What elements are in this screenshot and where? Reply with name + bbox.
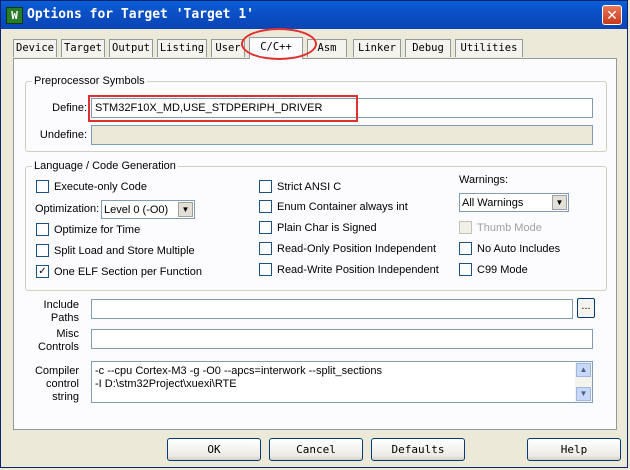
enum-container-label: Enum Container always int: [277, 201, 408, 213]
warnings-select[interactable]: All Warnings ▼: [459, 193, 569, 212]
language-group-label: Language / Code Generation: [34, 160, 176, 172]
optimize-time-checkbox[interactable]: [36, 223, 49, 236]
tab-linker[interactable]: Linker: [353, 39, 401, 57]
thumb-mode-checkbox: [459, 221, 472, 234]
compiler-label-line1: Compiler: [34, 365, 79, 377]
undefine-input[interactable]: [91, 125, 593, 145]
execute-only-label: Execute-only Code: [54, 181, 147, 193]
optimization-value: Level 0 (-O0): [104, 204, 169, 216]
rw-position-checkbox[interactable]: [259, 263, 272, 276]
no-auto-includes-label: No Auto Includes: [477, 243, 561, 255]
optimization-select[interactable]: Level 0 (-O0) ▼: [101, 200, 195, 219]
highlight-ellipse: [241, 28, 317, 60]
thumb-mode-label: Thumb Mode: [477, 222, 542, 234]
ok-button[interactable]: OK: [167, 438, 261, 461]
define-label: Define:: [52, 102, 87, 114]
one-elf-label: One ELF Section per Function: [54, 266, 202, 278]
title-bar[interactable]: W Options for Target 'Target 1' ✕: [1, 1, 627, 29]
close-button[interactable]: ✕: [602, 5, 622, 25]
include-browse-button[interactable]: ...: [577, 298, 595, 318]
chevron-down-icon: ▼: [178, 202, 193, 217]
window-title: Options for Target 'Target 1': [27, 7, 254, 22]
tab-device[interactable]: Device: [13, 39, 57, 57]
options-dialog: W Options for Target 'Target 1' ✕ Device…: [0, 0, 628, 468]
scroll-up-icon[interactable]: ▲: [576, 363, 591, 377]
enum-container-checkbox[interactable]: [259, 200, 272, 213]
no-auto-includes-checkbox[interactable]: [459, 242, 472, 255]
compiler-label-line3: string: [52, 391, 79, 403]
split-load-label: Split Load and Store Multiple: [54, 245, 195, 257]
include-label-line2: Paths: [50, 312, 79, 324]
misc-controls-input[interactable]: [91, 329, 593, 349]
compiler-label-line2: control: [45, 378, 79, 390]
c99-mode-checkbox[interactable]: [459, 263, 472, 276]
plain-char-checkbox[interactable]: [259, 221, 272, 234]
undefine-label: Undefine:: [39, 129, 87, 141]
ro-position-label: Read-Only Position Independent: [277, 243, 436, 255]
scroll-down-icon[interactable]: ▼: [576, 387, 591, 401]
tab-debug[interactable]: Debug: [405, 39, 451, 57]
warnings-label: Warnings:: [459, 174, 509, 186]
tab-listing[interactable]: Listing: [157, 39, 207, 57]
include-paths-input[interactable]: [91, 299, 573, 319]
ro-position-checkbox[interactable]: [259, 242, 272, 255]
strict-ansi-checkbox[interactable]: [259, 180, 272, 193]
split-load-checkbox[interactable]: [36, 244, 49, 257]
cancel-button[interactable]: Cancel: [269, 438, 363, 461]
defaults-button[interactable]: Defaults: [371, 438, 465, 461]
include-label-line1: Include: [43, 299, 79, 311]
compiler-scrollbar[interactable]: ▲ ▼: [575, 362, 592, 402]
highlight-rectangle: [88, 95, 358, 122]
tab-utilities[interactable]: Utilities: [455, 39, 523, 57]
tab-target[interactable]: Target: [61, 39, 105, 57]
strict-ansi-label: Strict ANSI C: [277, 181, 342, 193]
misc-label-line2: Controls: [38, 341, 79, 353]
rw-position-label: Read-Write Position Independent: [277, 264, 439, 276]
c99-mode-label: C99 Mode: [477, 264, 528, 276]
compiler-line-1: -c --cpu Cortex-M3 -g -O0 --apcs=interwo…: [95, 365, 382, 377]
preprocessor-group-label: Preprocessor Symbols: [34, 75, 145, 87]
optimize-time-label: Optimize for Time: [54, 224, 141, 236]
compiler-control-string[interactable]: -c --cpu Cortex-M3 -g -O0 --apcs=interwo…: [91, 361, 593, 403]
compiler-line-2: -I D:\stm32Project\xuexi\RTE: [95, 378, 237, 390]
keil-app-icon: W: [6, 7, 23, 24]
chevron-down-icon: ▼: [552, 195, 567, 210]
misc-label-line1: Misc: [56, 328, 79, 340]
tab-user[interactable]: User: [211, 39, 245, 57]
one-elf-checkbox[interactable]: ✓: [36, 265, 49, 278]
help-button[interactable]: Help: [527, 438, 621, 461]
plain-char-label: Plain Char is Signed: [277, 222, 377, 234]
warnings-value: All Warnings: [462, 197, 524, 209]
execute-only-checkbox[interactable]: [36, 180, 49, 193]
optimization-label: Optimization:: [35, 203, 100, 215]
tab-output[interactable]: Output: [109, 39, 153, 57]
